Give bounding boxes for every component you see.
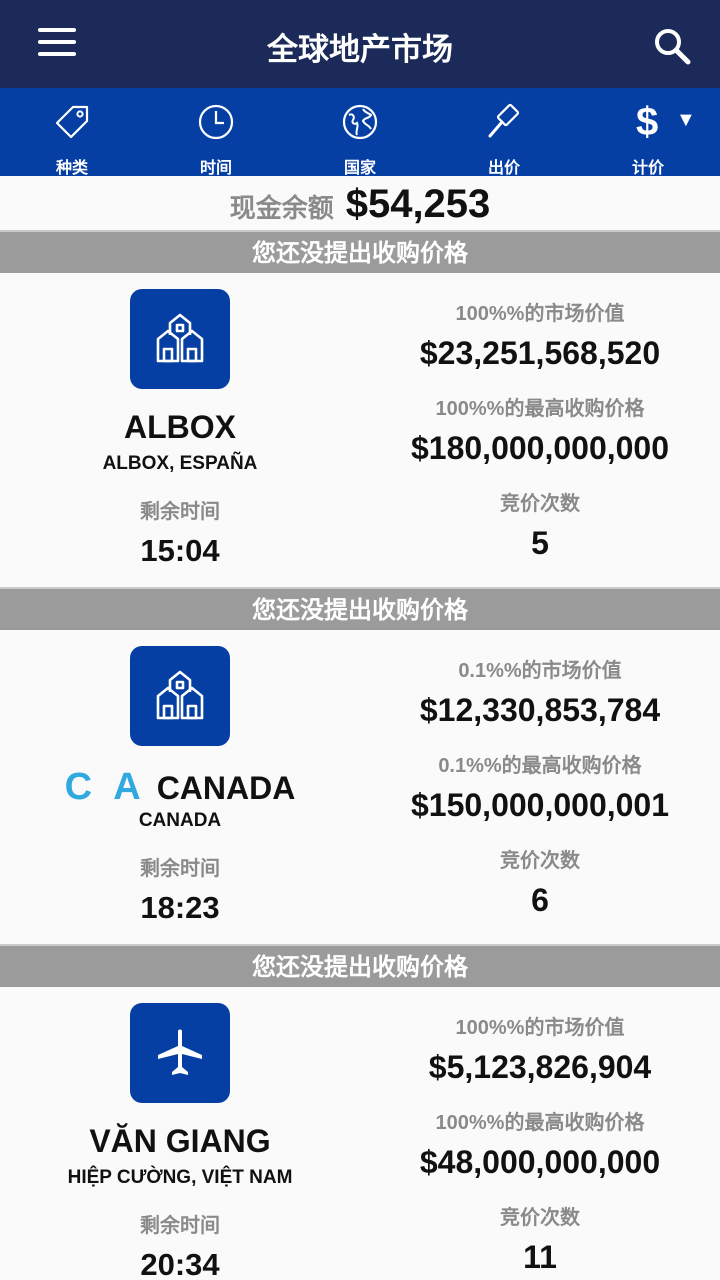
bid-status-banner: 您还没提出收购价格 (0, 587, 720, 630)
bid-count-label: 竞价次数 (500, 1207, 580, 1229)
time-remaining-label: 剩余时间 (140, 501, 220, 523)
balance-value: $54,253 (345, 182, 491, 226)
property-name: VĂN GIANG (0, 1123, 360, 1160)
tab-label: 计价 (631, 160, 664, 177)
tab-bid[interactable]: 出价 (432, 88, 576, 177)
listing-card[interactable]: VĂN GIANG HIỆP CƯỜNG, VIỆT NAM 剩余时间 20:3… (0, 987, 720, 1280)
tab-label: 出价 (487, 160, 520, 177)
bid-count-label: 竞价次数 (500, 493, 580, 515)
buildings-icon (156, 670, 204, 720)
app-bar: 全球地产市场 (0, 0, 720, 88)
dollar-icon: $ (636, 100, 659, 144)
highest-bid-value: $180,000,000,000 (410, 430, 670, 466)
property-name: C A CANADA (0, 766, 360, 809)
time-remaining-value: 18:23 (140, 890, 220, 925)
property-name-text: VĂN GIANG (89, 1123, 271, 1159)
buildings-icon (156, 313, 204, 363)
property-location: ALBOX, ESPAÑA (102, 453, 258, 474)
page-title: 全球地产市场 (267, 32, 453, 67)
gavel-icon (488, 103, 520, 138)
airplane-icon (158, 1029, 202, 1075)
property-location: CANADA (138, 810, 222, 831)
bid-count-value: 11 (523, 1239, 557, 1275)
tab-category[interactable]: 种类 (0, 88, 144, 177)
globe-icon (342, 104, 378, 140)
property-name: ALBOX (0, 409, 360, 446)
property-name-text: CANADA (156, 770, 296, 806)
time-remaining-value: 20:34 (140, 1247, 220, 1280)
market-value-label: 0.1%%的市场价值 (458, 660, 622, 682)
market-value-label: 100%%的市场价值 (455, 303, 625, 325)
bid-count-value: 6 (531, 882, 549, 918)
property-type-badge (130, 1003, 230, 1103)
highest-bid-label: 100%%的最高收购价格 (435, 1112, 645, 1134)
property-name-text: ALBOX (124, 409, 236, 445)
clock-icon (198, 104, 234, 140)
time-remaining-value: 15:04 (140, 533, 220, 568)
time-remaining-label: 剩余时间 (140, 858, 220, 880)
market-value: $23,251,568,520 (419, 335, 661, 371)
market-value-label: 100%%的市场价值 (455, 1017, 625, 1039)
tab-country[interactable]: 国家 (288, 88, 432, 177)
filter-bar: 种类 时间 国家 出价 $ ▼ 计价 (0, 88, 720, 177)
tab-label: 时间 (199, 160, 232, 177)
property-location: HIỆP CƯỜNG, VIỆT NAM (67, 1167, 293, 1188)
time-remaining-label: 剩余时间 (140, 1215, 220, 1237)
bid-count-label: 竞价次数 (500, 850, 580, 872)
property-type-badge (130, 289, 230, 389)
listing-card[interactable]: ALBOX ALBOX, ESPAÑA 剩余时间 15:04 100%%的市场价… (0, 273, 720, 587)
bid-status-banner: 您还没提出收购价格 (0, 230, 720, 273)
highest-bid-value: $48,000,000,000 (419, 1144, 661, 1180)
market-value: $12,330,853,784 (419, 692, 661, 728)
listing-card[interactable]: C A CANADA CANADA 剩余时间 18:23 0.1%%的市场价值 $… (0, 630, 720, 944)
tag-icon (55, 105, 89, 139)
market-value: $5,123,826,904 (428, 1049, 652, 1085)
chevron-down-icon: ▼ (676, 109, 696, 131)
highest-bid-value: $150,000,000,001 (410, 787, 670, 823)
bid-status-banner: 您还没提出收购价格 (0, 944, 720, 987)
tab-label: 国家 (343, 160, 376, 177)
property-type-badge (130, 646, 230, 746)
cash-balance: 现金余额 $54,253 (0, 176, 720, 232)
tab-label: 种类 (55, 160, 88, 177)
flag-icon: C A (64, 766, 147, 808)
tab-time[interactable]: 时间 (144, 88, 288, 177)
highest-bid-label: 0.1%%的最高收购价格 (438, 755, 642, 777)
tab-currency[interactable]: $ ▼ 计价 (576, 88, 720, 177)
search-icon[interactable] (652, 26, 692, 66)
balance-label: 现金余额 (229, 193, 334, 223)
bid-count-value: 5 (531, 525, 549, 561)
highest-bid-label: 100%%的最高收购价格 (435, 398, 645, 420)
